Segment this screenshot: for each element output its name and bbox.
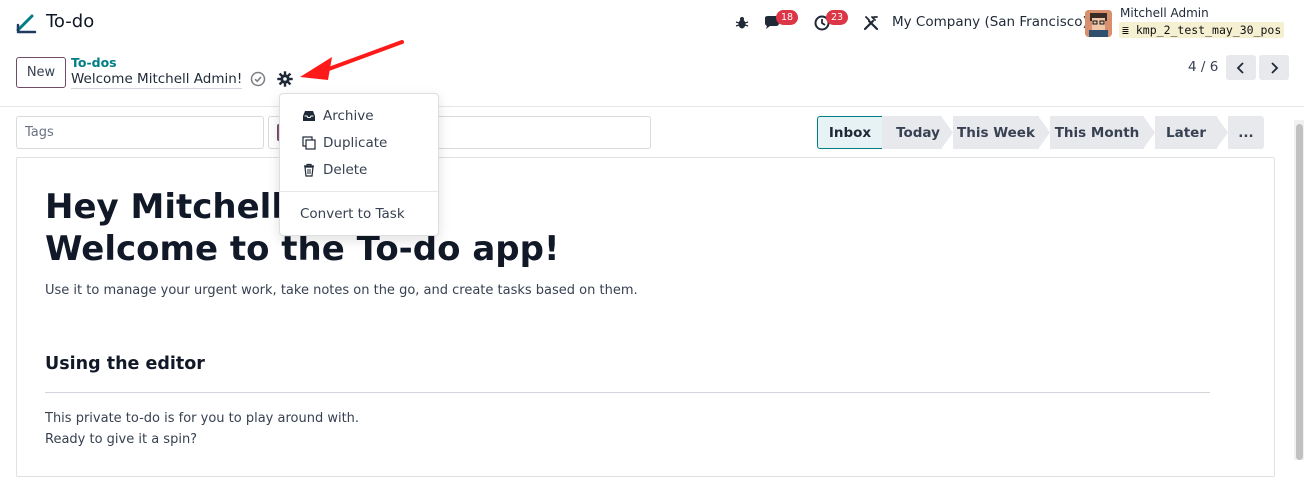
user-avatar[interactable]	[1085, 10, 1112, 37]
database-icon: ≣	[1122, 23, 1129, 37]
database-label: kmp_2_test_may_30_pos	[1135, 23, 1282, 37]
stage-this-week[interactable]: This Week	[953, 116, 1039, 149]
menu-item-duplicate[interactable]: Duplicate	[280, 129, 438, 156]
record-name-field[interactable]: Welcome Mitchell Admin!	[71, 71, 243, 89]
menu-item-label: Convert to Task	[300, 205, 405, 222]
top-navbar: To-do 18 23 My Company (San Francisco) M…	[0, 0, 1304, 46]
control-panel-divider	[0, 106, 1304, 107]
stage-today[interactable]: Today	[882, 116, 942, 149]
stage-label: Inbox	[828, 124, 872, 141]
todo-app-icon[interactable]	[15, 12, 37, 34]
bug-icon[interactable]	[731, 12, 753, 34]
content-paragraph[interactable]: Ready to give it a spin?	[45, 432, 197, 447]
tools-icon[interactable]	[860, 12, 882, 34]
chevron-right-icon	[1271, 61, 1279, 74]
company-switcher[interactable]: My Company (San Francisco)	[892, 14, 1088, 30]
menu-item-archive[interactable]: Archive	[280, 102, 438, 129]
activities-badge: 23	[826, 10, 849, 25]
chevron-left-icon	[1236, 61, 1244, 74]
menu-item-delete[interactable]: Delete	[280, 156, 438, 183]
inbox-icon	[303, 110, 315, 121]
stage-label: ...	[1238, 124, 1254, 141]
breadcrumb-todos[interactable]: To-dos	[71, 55, 117, 70]
stage-later[interactable]: Later	[1155, 116, 1217, 149]
content-intro[interactable]: Use it to manage your urgent work, take …	[45, 283, 638, 298]
action-dropdown-menu: Archive Duplicate Delete Convert to Task	[279, 93, 439, 236]
annotation-arrow	[300, 40, 404, 80]
pager-previous-button[interactable]	[1226, 55, 1256, 80]
menu-item-label: Delete	[323, 161, 368, 178]
stage-label: Today	[896, 124, 940, 141]
pager-next-button[interactable]	[1259, 55, 1289, 80]
scrollbar-thumb[interactable]	[1296, 124, 1303, 460]
messages-badge: 18	[776, 10, 799, 25]
new-button[interactable]: New	[16, 57, 66, 88]
tags-input[interactable]: Tags	[16, 116, 264, 149]
app-title[interactable]: To-do	[46, 11, 94, 32]
menu-item-convert-to-task[interactable]: Convert to Task	[280, 200, 438, 227]
menu-item-label: Archive	[323, 107, 374, 124]
stage-this-month[interactable]: This Month	[1050, 116, 1144, 149]
user-name[interactable]: Mitchell Admin	[1120, 6, 1209, 20]
stage-statusbar: Inbox Today This Week This Month Later .…	[817, 116, 1264, 149]
stage-label: Later	[1166, 124, 1206, 141]
content-paragraph[interactable]: This private to-do is for you to play ar…	[45, 411, 359, 426]
menu-separator	[280, 191, 438, 192]
stage-inbox[interactable]: Inbox	[817, 116, 883, 149]
section-title[interactable]: Using the editor	[45, 354, 205, 374]
copy-icon	[302, 135, 316, 150]
pager-value[interactable]: 4 / 6	[1188, 59, 1218, 75]
database-name: ≣ kmp_2_test_may_30_pos	[1119, 22, 1285, 38]
gear-icon[interactable]	[277, 71, 293, 87]
trash-icon	[304, 163, 314, 177]
section-divider	[45, 392, 1210, 393]
menu-item-label: Duplicate	[323, 134, 388, 151]
check-circle-icon[interactable]	[250, 71, 266, 87]
stage-label: This Week	[957, 124, 1035, 141]
stage-more-button[interactable]: ...	[1228, 116, 1264, 149]
stage-label: This Month	[1054, 124, 1140, 141]
